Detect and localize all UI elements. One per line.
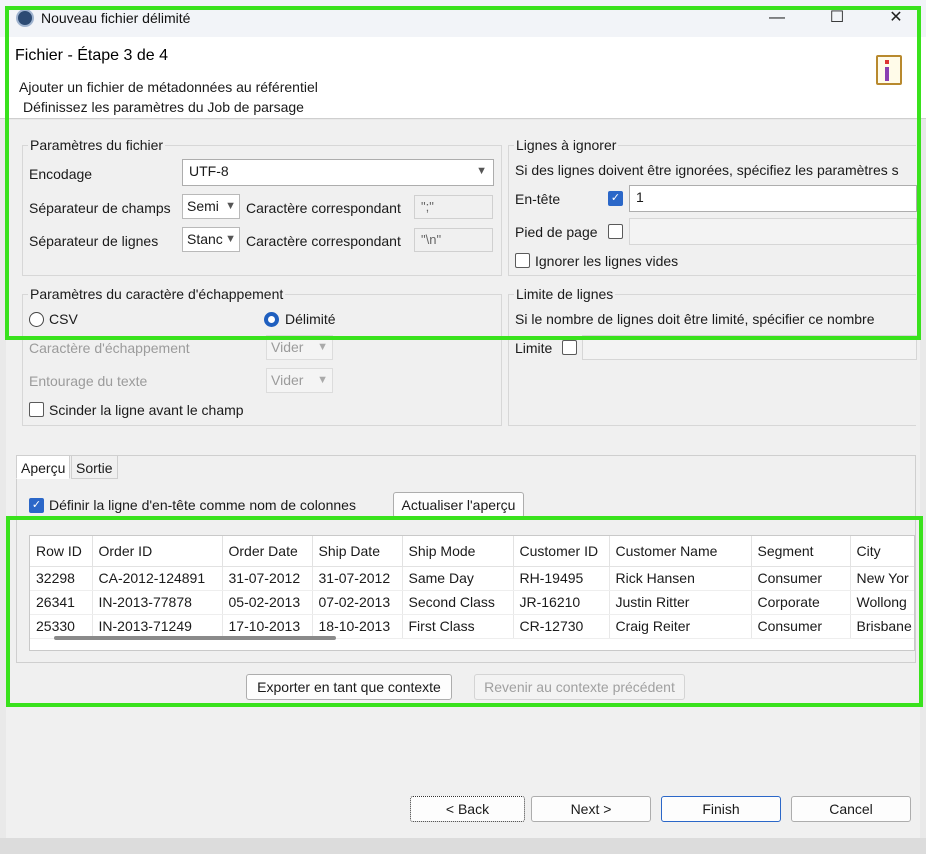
escape-char-label: Caractère d'échappement: [29, 340, 190, 356]
tab-output[interactable]: Sortie: [71, 455, 118, 479]
text-enclosure-select[interactable]: Vider ▼: [266, 368, 333, 393]
header-as-colnames-checkbox[interactable]: ✓: [29, 498, 44, 513]
escape-char-value: Vider: [271, 339, 304, 355]
chevron-down-icon: ▼: [317, 374, 328, 386]
split-line-checkbox[interactable]: [29, 402, 44, 417]
limit-checkbox[interactable]: [562, 340, 577, 355]
highlight-box-preview: [6, 516, 923, 707]
split-line-label: Scinder la ligne avant le champ: [49, 402, 244, 418]
tab-preview[interactable]: Aperçu: [16, 455, 71, 479]
header-as-colnames-label: Définir la ligne d'en-tête comme nom de …: [49, 497, 356, 513]
bottom-strip: [0, 838, 926, 854]
text-enclosure-value: Vider: [271, 372, 304, 388]
next-button[interactable]: Next >: [531, 796, 651, 822]
highlight-box-top: [5, 6, 921, 340]
cancel-button[interactable]: Cancel: [791, 796, 911, 822]
limit-label: Limite: [515, 340, 553, 356]
text-enclosure-label: Entourage du texte: [29, 373, 148, 389]
back-button[interactable]: < Back: [410, 796, 525, 822]
refresh-preview-button[interactable]: Actualiser l'aperçu: [393, 492, 524, 518]
chevron-down-icon: ▼: [317, 341, 328, 353]
finish-button[interactable]: Finish: [661, 796, 781, 822]
